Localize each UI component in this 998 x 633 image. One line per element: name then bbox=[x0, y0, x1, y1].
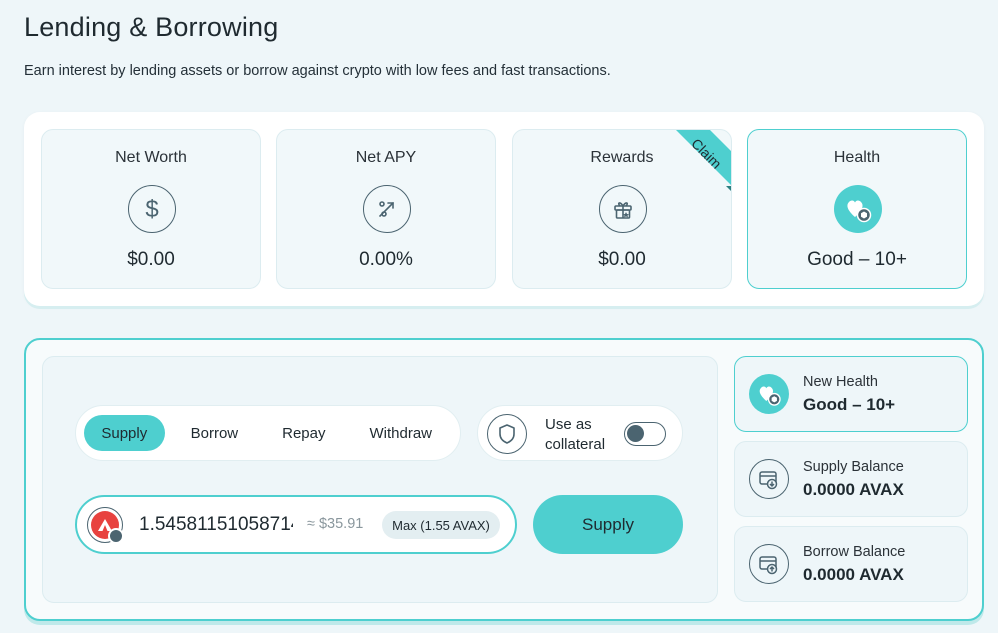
supply-form: Supply Borrow Repay Withdraw Use as coll… bbox=[42, 356, 718, 603]
collateral-label-line2: collateral bbox=[545, 436, 606, 453]
page-subtitle: Earn interest by lending assets or borro… bbox=[24, 63, 611, 79]
rewards-card: Rewards $0.00 Claim bbox=[512, 129, 732, 289]
percent-trend-icon bbox=[363, 185, 411, 233]
supply-balance-label: Supply Balance bbox=[803, 459, 904, 475]
heart-icon bbox=[749, 374, 789, 414]
toggle-knob bbox=[627, 425, 644, 442]
health-card: Health Good – 10+ bbox=[747, 129, 967, 289]
new-health-label: New Health bbox=[803, 374, 878, 390]
health-value: Good – 10+ bbox=[807, 249, 907, 270]
max-button[interactable]: Max (1.55 AVAX) bbox=[382, 511, 500, 539]
action-tabs: Supply Borrow Repay Withdraw bbox=[75, 405, 461, 461]
lending-page: Lending & Borrowing Earn interest by len… bbox=[0, 0, 998, 633]
page-title: Lending & Borrowing bbox=[24, 12, 279, 42]
borrow-balance-label: Borrow Balance bbox=[803, 544, 906, 560]
collateral-label: Use as collateral bbox=[545, 415, 605, 455]
new-health-card: New Health Good – 10+ bbox=[734, 356, 968, 432]
amount-input[interactable] bbox=[139, 513, 293, 537]
supply-balance-value: 0.0000 AVAX bbox=[803, 480, 904, 499]
supply-button[interactable]: Supply bbox=[533, 495, 683, 554]
tab-supply[interactable]: Supply bbox=[84, 415, 165, 451]
collateral-toggle[interactable] bbox=[624, 422, 666, 446]
wallet-up-icon bbox=[749, 544, 789, 584]
amount-field: ≈ $35.91 Max (1.55 AVAX) bbox=[75, 495, 517, 554]
dollar-icon: $ bbox=[128, 185, 176, 233]
svg-text:$: $ bbox=[145, 196, 158, 222]
tab-repay[interactable]: Repay bbox=[266, 415, 341, 451]
borrow-balance-value: 0.0000 AVAX bbox=[803, 565, 904, 584]
network-badge-icon bbox=[108, 528, 124, 544]
net-worth-label: Net Worth bbox=[115, 149, 187, 166]
heart-icon bbox=[834, 185, 882, 233]
wallet-down-icon bbox=[749, 459, 789, 499]
stats-panel: Net Worth $ $0.00 Net APY 0.00% Rewards bbox=[24, 112, 984, 306]
rewards-value: $0.00 bbox=[598, 249, 646, 270]
tab-borrow[interactable]: Borrow bbox=[175, 415, 255, 451]
action-panel: Supply Borrow Repay Withdraw Use as coll… bbox=[24, 338, 984, 621]
tab-withdraw[interactable]: Withdraw bbox=[353, 415, 448, 451]
claim-ribbon[interactable]: Claim bbox=[637, 129, 732, 224]
net-worth-value: $0.00 bbox=[127, 249, 175, 270]
health-label: Health bbox=[833, 149, 881, 166]
borrow-balance-card: Borrow Balance 0.0000 AVAX bbox=[734, 526, 968, 602]
collateral-toggle-group: Use as collateral bbox=[477, 405, 683, 461]
net-apy-value: 0.00% bbox=[359, 249, 413, 270]
net-apy-card: Net APY 0.00% bbox=[276, 129, 496, 289]
supply-balance-card: Supply Balance 0.0000 AVAX bbox=[734, 441, 968, 517]
usd-estimate: ≈ $35.91 bbox=[307, 516, 364, 532]
new-health-value: Good – 10+ bbox=[803, 395, 896, 414]
net-apy-label: Net APY bbox=[355, 149, 417, 166]
collateral-label-line1: Use as bbox=[545, 416, 592, 433]
net-worth-card: Net Worth $ $0.00 bbox=[41, 129, 261, 289]
shield-icon bbox=[487, 414, 527, 454]
